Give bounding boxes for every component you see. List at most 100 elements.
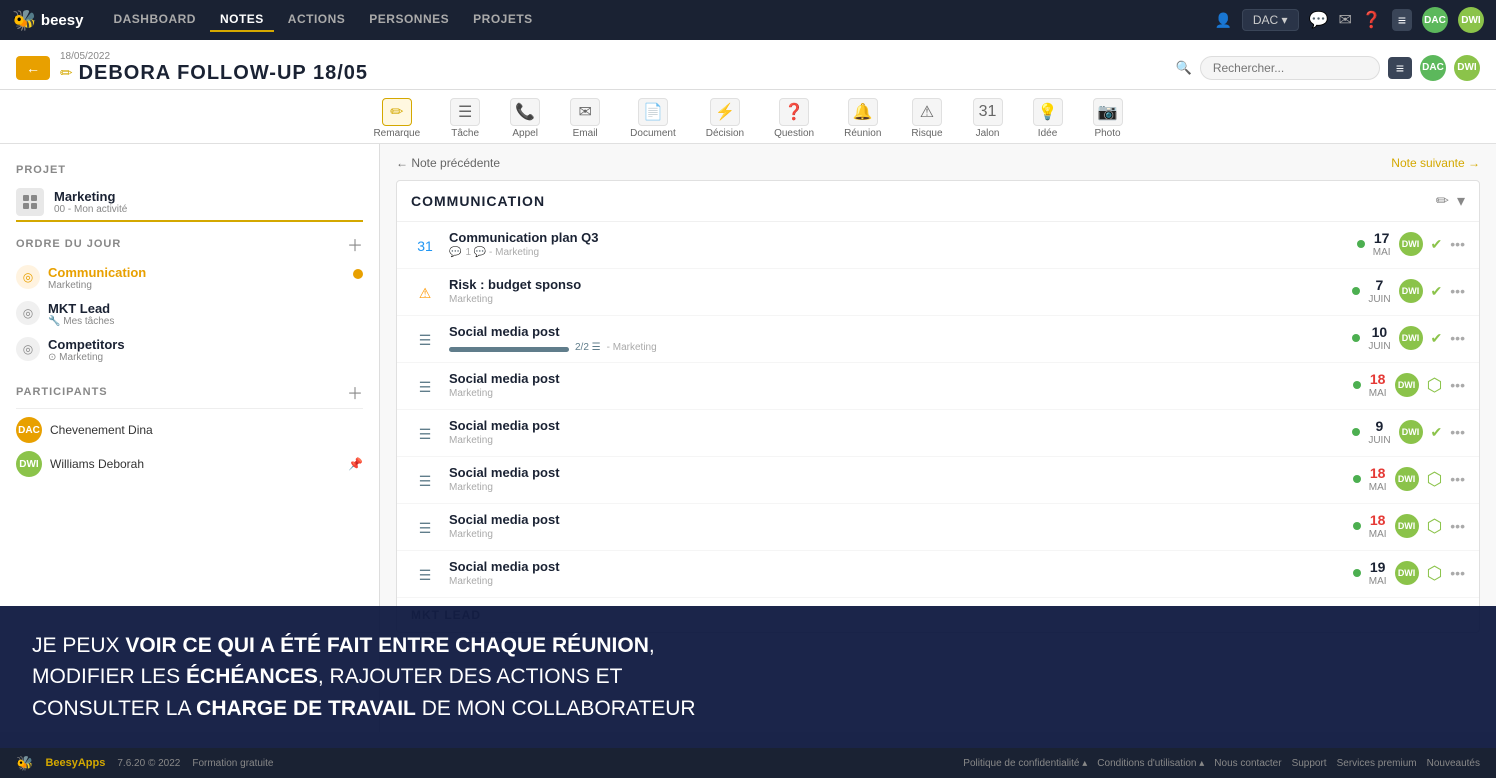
agenda-sub-competitors: ⊙ Marketing (48, 352, 363, 363)
mail-icon[interactable]: ✉ (1339, 10, 1352, 30)
edit-section-icon[interactable]: ✏ (1436, 191, 1449, 211)
date-day-3: 18 (1369, 371, 1387, 388)
item-actions-3: 18 MAI DWI ⬡ ••• (1353, 371, 1465, 400)
item-meta-1: Marketing (449, 294, 1342, 305)
green-dot-4 (1352, 428, 1360, 436)
agenda-item-competitors[interactable]: ◎ Competitors ⊙ Marketing (16, 332, 363, 368)
item-actions-7: 19 MAI DWI ⬡ ••• (1353, 559, 1465, 588)
more-icon-5[interactable]: ••• (1450, 471, 1465, 487)
idee-label: Idée (1038, 128, 1057, 139)
agenda-add-button[interactable]: ＋ (347, 232, 363, 256)
more-icon-6[interactable]: ••• (1450, 518, 1465, 534)
footer-link-nouveautes[interactable]: Nouveautés (1427, 758, 1480, 769)
agenda-item-mkt-lead[interactable]: ◎ MKT Lead 🔧 Mes tâches (16, 296, 363, 332)
project-name: Marketing (54, 189, 127, 204)
nav-notes[interactable]: NOTES (210, 8, 274, 32)
hex-icon-3[interactable]: ⬡ (1427, 375, 1443, 396)
check-icon-1[interactable]: ✔ (1431, 283, 1443, 300)
tool-jalon[interactable]: 31 Jalon (973, 98, 1003, 139)
hex-icon-5[interactable]: ⬡ (1427, 469, 1443, 490)
more-icon-4[interactable]: ••• (1450, 424, 1465, 440)
tool-email[interactable]: ✉ Email (570, 98, 600, 139)
tool-risque[interactable]: ⚠ Risque (911, 98, 942, 139)
item-title-7: Social media post (449, 559, 1343, 574)
check-icon-0[interactable]: ✔ (1431, 236, 1443, 253)
next-note-link[interactable]: Note suivante → (1391, 156, 1480, 170)
date-badge-2: 10 JUIN (1368, 324, 1390, 353)
back-button[interactable]: ← (16, 56, 50, 80)
progress-text-2: 2/2 ☰ (575, 342, 601, 353)
avatar-item-3: DWI (1395, 373, 1419, 397)
check-icon-2[interactable]: ✔ (1431, 330, 1443, 347)
chat-icon[interactable]: 💬 (1309, 10, 1329, 30)
tool-remarque[interactable]: ✏ Remarque (373, 98, 420, 139)
logo[interactable]: 🐝 beesy (12, 8, 83, 33)
tool-reunion[interactable]: 🔔 Réunion (844, 98, 881, 139)
more-icon-0[interactable]: ••• (1450, 236, 1465, 252)
project-item[interactable]: Marketing 00 - Mon activité (16, 184, 363, 222)
collapse-section-icon[interactable]: ▾ (1457, 191, 1465, 211)
task-icon-6: ☰ (411, 514, 439, 542)
tool-idee[interactable]: 💡 Idée (1033, 98, 1063, 139)
footer-link-confidentialite[interactable]: Politique de confidentialité ▴ (963, 758, 1087, 769)
tool-question[interactable]: ❓ Question (774, 98, 814, 139)
more-icon-1[interactable]: ••• (1450, 283, 1465, 299)
check-icon-4[interactable]: ✔ (1431, 424, 1443, 441)
participant-dac: DAC Chevenement Dina (16, 413, 363, 447)
appel-icon: 📞 (510, 98, 540, 126)
user-avatar-header: DAC (1420, 55, 1446, 81)
agenda-item-communication[interactable]: ◎ Communication Marketing (16, 260, 363, 296)
remarque-icon: ✏ (382, 98, 412, 126)
hex-icon-6[interactable]: ⬡ (1427, 516, 1443, 537)
agenda-sub-communication: Marketing (48, 280, 345, 291)
green-dot-0 (1357, 240, 1365, 248)
note-item-2: ☰ Social media post 2/2 ☰ - Marketing 10 (397, 316, 1479, 363)
avatar-dwi: DWI (1458, 7, 1484, 33)
footer-link-premium[interactable]: Services premium (1337, 758, 1417, 769)
user-button[interactable]: DAC ▾ (1242, 9, 1299, 31)
date-badge-3: 18 MAI (1369, 371, 1387, 400)
page-header: ← 18/05/2022 ✏ DEBORA FOLLOW-UP 18/05 🔍 … (0, 40, 1496, 90)
tache-icon: ☰ (450, 98, 480, 126)
nav-actions[interactable]: ACTIONS (278, 8, 356, 32)
search-input[interactable] (1200, 56, 1380, 80)
tool-tache[interactable]: ☰ Tâche (450, 98, 480, 139)
tool-decision[interactable]: ⚡ Décision (706, 98, 744, 139)
green-dot-3 (1353, 381, 1361, 389)
hex-icon-7[interactable]: ⬡ (1427, 563, 1443, 584)
item-title-5: Social media post (449, 465, 1343, 480)
footer-link-support[interactable]: Support (1292, 758, 1327, 769)
date-month-4: JUIN (1368, 435, 1390, 447)
edit-icon[interactable]: ✏ (60, 64, 73, 82)
list-btn[interactable]: ≡ (1388, 57, 1412, 79)
nav-personnes[interactable]: PERSONNES (359, 8, 459, 32)
jalon-icon: 31 (973, 98, 1003, 126)
task-icon-2: ☰ (411, 326, 439, 354)
more-icon-3[interactable]: ••• (1450, 377, 1465, 393)
nav-dashboard[interactable]: DASHBOARD (103, 8, 206, 32)
more-icon-7[interactable]: ••• (1450, 565, 1465, 581)
note-item-5: ☰ Social media post Marketing 18 MAI DWI… (397, 457, 1479, 504)
comment-icon-0: 💬 (449, 247, 461, 258)
help-icon[interactable]: ❓ (1362, 10, 1382, 30)
participants-add-button[interactable]: ＋ (347, 380, 363, 404)
tool-appel[interactable]: 📞 Appel (510, 98, 540, 139)
task-icon-7: ☰ (411, 561, 439, 589)
more-icon-2[interactable]: ••• (1450, 330, 1465, 346)
footer-link-conditions[interactable]: Conditions d'utilisation ▴ (1097, 758, 1204, 769)
item-actions-6: 18 MAI DWI ⬡ ••• (1353, 512, 1465, 541)
bee-icon: 🐝 (12, 8, 37, 33)
prev-note-link[interactable]: ← Note précédente (396, 156, 500, 170)
tool-photo[interactable]: 📷 Photo (1093, 98, 1123, 139)
idee-icon: 💡 (1033, 98, 1063, 126)
tool-document[interactable]: 📄 Document (630, 98, 676, 139)
risque-label: Risque (911, 128, 942, 139)
participant-name-dac: Chevenement Dina (50, 423, 153, 437)
item-meta-6: Marketing (449, 529, 1343, 540)
list-view-icon[interactable]: ≡ (1392, 9, 1412, 31)
footer-link-contact[interactable]: Nous contacter (1214, 758, 1281, 769)
avatar-item-2: DWI (1399, 326, 1423, 350)
green-dot-6 (1353, 522, 1361, 530)
agenda-section-header: ORDRE DU JOUR ＋ (16, 232, 363, 256)
nav-projets[interactable]: PROJETS (463, 8, 543, 32)
